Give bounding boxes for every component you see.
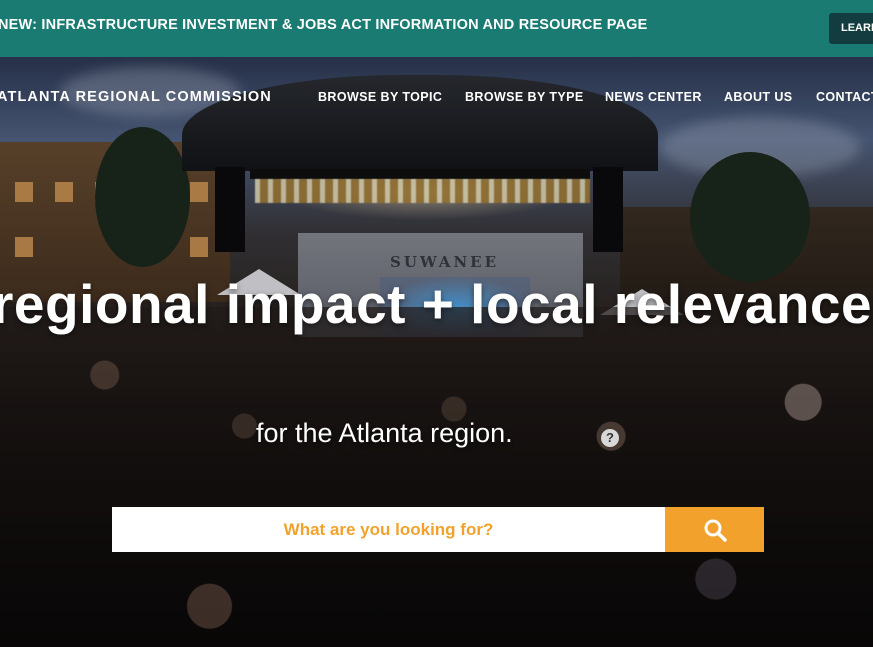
main-nav: BROWSE BY TOPIC BROWSE BY TYPE NEWS CENT…	[0, 90, 873, 110]
nav-browse-by-topic[interactable]: BROWSE BY TOPIC	[318, 90, 442, 104]
search-icon	[704, 519, 727, 542]
nav-browse-by-type[interactable]: BROWSE BY TYPE	[465, 90, 584, 104]
search-input[interactable]	[112, 507, 665, 552]
nav-about-us[interactable]: ABOUT US	[724, 90, 792, 104]
nav-contact[interactable]: CONTACT	[816, 90, 873, 104]
hero-subheadline: for the Atlanta region.	[256, 418, 513, 448]
search-button[interactable]	[665, 507, 764, 552]
hero-headline: regional impact + local relevance	[0, 273, 873, 335]
learn-more-button[interactable]: LEARN	[829, 13, 873, 44]
announcement-bar: NEW: INFRASTRUCTURE INVESTMENT & JOBS AC…	[0, 0, 873, 57]
nav-news-center[interactable]: NEWS CENTER	[605, 90, 702, 104]
announcement-text[interactable]: NEW: INFRASTRUCTURE INVESTMENT & JOBS AC…	[0, 17, 648, 33]
hero-section: SUWANEE ATLANTA REGIONAL COMMISSION BROW…	[0, 57, 873, 647]
question-icon[interactable]: ?	[601, 429, 619, 447]
